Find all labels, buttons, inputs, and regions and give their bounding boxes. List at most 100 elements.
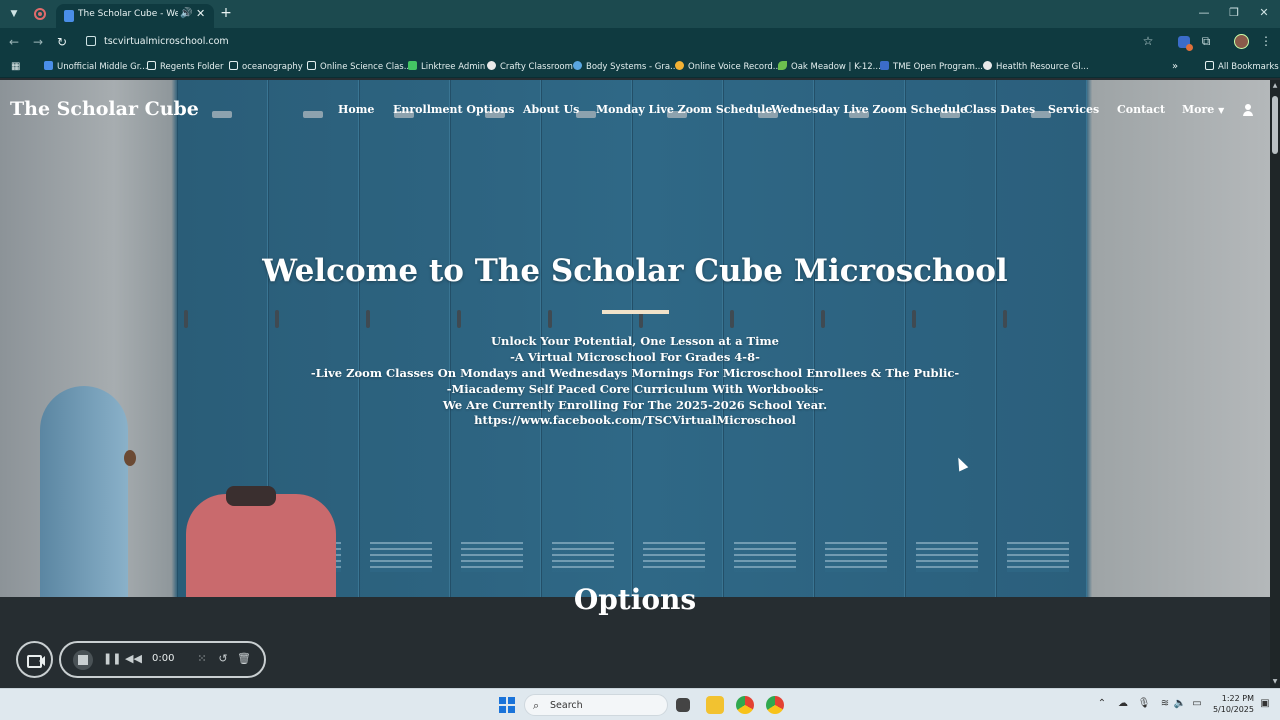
nav-monday-schedule[interactable]: Monday Live Zoom Schedule	[596, 103, 772, 116]
bookmark-label: Unofficial Middle Gr...	[57, 62, 148, 72]
options-heading: Options	[573, 583, 697, 616]
nav-class-dates[interactable]: Class Dates	[964, 103, 1035, 116]
nav-enrollment-options[interactable]: Enrollment Options	[393, 103, 514, 116]
bookmark-favicon-icon	[487, 61, 496, 70]
minimize-icon[interactable]: —	[1194, 6, 1214, 19]
bookmark-folder[interactable]: oceanography	[229, 61, 303, 72]
chrome-icon[interactable]	[736, 696, 754, 714]
bookmark-star-icon[interactable]: ☆	[1140, 34, 1156, 48]
camera-toggle-button[interactable]	[16, 641, 53, 678]
more-bookmarks-chevron-icon[interactable]: »	[1172, 61, 1178, 72]
chrome-profile-icon[interactable]	[766, 696, 784, 714]
clock-time: 1:22 PM	[1221, 694, 1254, 703]
hero-line: We Are Currently Enrolling For The 2025-…	[442, 398, 828, 412]
bookmark-folder[interactable]: Regents Folder	[147, 61, 224, 72]
recording-timer: 0:00	[152, 653, 175, 664]
hero-line: -Live Zoom Classes On Mondays and Wednes…	[310, 366, 960, 380]
recording-controls: ❚❚ ◀◀ 0:00 ⁙ ↺ 🗑	[59, 641, 266, 678]
site-info-icon[interactable]	[86, 36, 96, 46]
all-bookmarks-folder[interactable]: All Bookmarks	[1205, 61, 1279, 72]
forward-icon[interactable]: →	[30, 34, 46, 50]
file-explorer-icon[interactable]	[706, 696, 724, 714]
battery-icon[interactable]: ▭	[1190, 698, 1204, 709]
bookmark-label: Linktree Admin	[421, 62, 486, 72]
bookmark-item[interactable]: Body Systems - Gra...	[573, 61, 678, 72]
pause-icon[interactable]: ❚❚	[103, 652, 121, 665]
browser-menu-icon[interactable]: ⋮	[1258, 34, 1274, 48]
bookmark-label: Oak Meadow | K-12...	[791, 62, 881, 72]
extension-icon[interactable]	[1178, 36, 1193, 51]
bookmarks-bar: ▦ Unofficial Middle Gr... Regents Folder…	[0, 56, 1280, 78]
delete-trash-icon[interactable]: 🗑	[236, 652, 252, 665]
address-bar[interactable]: tscvirtualmicroschool.com	[104, 36, 229, 47]
bookmark-label: Body Systems - Gra...	[586, 62, 679, 72]
close-tab-icon[interactable]: ✕	[196, 7, 205, 20]
browser-tab-active[interactable]: The Scholar Cube - Welcom 🔊 ✕	[56, 4, 214, 28]
facebook-link[interactable]: https://www.facebook.com/TSCVirtualMicro…	[0, 413, 1270, 427]
bookmark-label: Crafty Classroom	[500, 62, 573, 72]
nav-home[interactable]: Home	[338, 103, 374, 116]
bookmark-item[interactable]: Unofficial Middle Gr...	[44, 61, 148, 72]
restart-icon[interactable]: ↺	[215, 652, 231, 665]
rewind-icon[interactable]: ◀◀	[125, 652, 142, 665]
nav-services[interactable]: Services	[1048, 103, 1099, 116]
bookmark-item[interactable]: Online Voice Record...	[675, 61, 781, 72]
grid-dots-icon[interactable]: ⁙	[194, 652, 210, 665]
windows-start-icon[interactable]	[499, 697, 515, 713]
scroll-down-icon[interactable]: ▼	[1270, 678, 1280, 685]
task-view-icon[interactable]	[676, 698, 690, 712]
folder-icon	[307, 61, 316, 70]
wifi-icon[interactable]: ≋	[1158, 698, 1172, 709]
hero-tagline: Unlock Your Potential, One Lesson at a T…	[491, 334, 779, 348]
nav-about-us[interactable]: About Us	[523, 103, 579, 116]
bookmark-item[interactable]: Linktree Admin	[408, 61, 485, 72]
bookmark-label: oceanography	[242, 62, 303, 72]
stop-recording-button[interactable]	[73, 650, 93, 670]
reload-icon[interactable]: ↻	[54, 34, 70, 50]
onedrive-cloud-icon[interactable]: ☁	[1116, 698, 1130, 709]
title-divider	[602, 310, 669, 314]
nav-contact[interactable]: Contact	[1117, 103, 1165, 116]
clock-date: 5/10/2025	[1212, 705, 1254, 714]
tab-search-icon[interactable]: ▼	[6, 6, 22, 22]
tray-overflow-chevron-icon[interactable]: ⌃	[1095, 698, 1109, 709]
taskbar-clock[interactable]: 1:22 PM 5/10/2025	[1208, 693, 1254, 715]
volume-icon[interactable]: 🔈	[1173, 698, 1187, 709]
profile-avatar[interactable]	[1234, 34, 1249, 49]
bookmark-favicon-icon	[44, 61, 53, 70]
nav-wednesday-schedule[interactable]: Wednesday Live Zoom Schedule	[771, 103, 967, 116]
browser-toolbar: ← → ↻ tscvirtualmicroschool.com ☆ ⧉ ⋮	[0, 28, 1280, 56]
bookmark-item[interactable]: Oak Meadow | K-12...	[778, 61, 881, 72]
notification-bell-icon[interactable]: ▣	[1258, 698, 1272, 709]
bookmark-label: All Bookmarks	[1218, 62, 1279, 72]
bookmark-item[interactable]: Heatlth Resource Gl...	[983, 61, 1089, 72]
new-tab-button[interactable]: +	[218, 5, 234, 21]
folder-icon	[1205, 61, 1214, 70]
caret-down-icon: ▼	[1218, 105, 1225, 115]
scroll-thumb[interactable]	[1272, 96, 1278, 154]
nav-more[interactable]: More ▼	[1182, 103, 1224, 116]
page-scrollbar[interactable]: ▲ ▼	[1270, 80, 1280, 688]
bookmark-label: Online Science Clas...	[320, 62, 412, 72]
taskbar-search[interactable]: ⌕ Search	[524, 694, 668, 716]
bookmark-item[interactable]: Crafty Classroom	[487, 61, 573, 72]
bookmark-label: Online Voice Record...	[688, 62, 781, 72]
microphone-icon[interactable]: 🎙	[1137, 698, 1151, 709]
bookmark-item[interactable]: TME Open Program...	[880, 61, 983, 72]
document-icon	[880, 61, 889, 70]
close-window-icon[interactable]: ✕	[1254, 6, 1274, 19]
back-icon[interactable]: ←	[6, 34, 22, 50]
user-account-icon[interactable]	[1242, 103, 1254, 117]
site-title[interactable]: The Scholar Cube	[10, 98, 199, 120]
audio-playing-icon[interactable]: 🔊	[180, 8, 192, 19]
recording-indicator-icon	[34, 8, 46, 20]
bookmark-folder[interactable]: Online Science Clas...	[307, 61, 412, 72]
restore-icon[interactable]: ❐	[1224, 6, 1244, 19]
leaf-icon	[778, 61, 787, 70]
apps-grid-icon[interactable]: ▦	[11, 61, 20, 72]
linktree-icon	[408, 61, 417, 70]
extensions-puzzle-icon[interactable]: ⧉	[1198, 34, 1214, 49]
scroll-up-icon[interactable]: ▲	[1270, 82, 1280, 89]
screen: ▼ The Scholar Cube - Welcom 🔊 ✕ + — ❐ ✕ …	[0, 0, 1280, 720]
folder-icon	[229, 61, 238, 70]
